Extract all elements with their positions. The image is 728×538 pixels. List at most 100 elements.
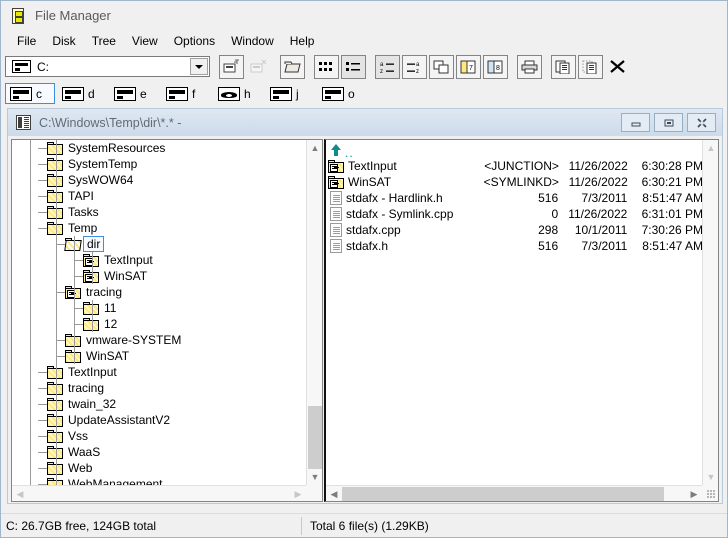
document-icon (330, 207, 342, 221)
directory-window-title-bar[interactable]: C:\Windows\Temp\dir\*.* - (8, 109, 722, 136)
tree-node-label: SystemResources (68, 141, 166, 155)
drive-button-e[interactable]: e (109, 83, 159, 104)
printer-icon[interactable] (517, 54, 542, 79)
connect-net-icon[interactable] (219, 54, 244, 79)
window-pair-1-icon[interactable]: 7 (456, 54, 481, 79)
folder-icon (47, 205, 63, 219)
file-list: .. TextInput <JUNCTION> 11/26/2022 6:30:28 P… (328, 142, 703, 254)
share-folder-icon[interactable] (280, 54, 305, 79)
file-list-row[interactable]: stdafx - Hardlink.h 516 7/3/2011 8:51:47 AM (328, 190, 703, 206)
file-list-row[interactable]: WinSAT <SYMLINKD> 11/26/2022 6:30:21 PM (328, 174, 703, 190)
menu-item-help[interactable]: Help (282, 32, 323, 50)
tree-node-label: tracing (86, 285, 123, 299)
chevron-down-icon[interactable] (190, 58, 208, 75)
file-horizontal-scrollbar[interactable]: ◀ ▶ (326, 485, 702, 501)
tree-connector (74, 323, 83, 325)
name-only-icon[interactable] (341, 54, 366, 79)
tree-connector (74, 275, 83, 277)
file-list-row[interactable]: TextInput <JUNCTION> 11/26/2022 6:30:28 PM (328, 158, 703, 174)
file-list-row[interactable]: stdafx - Symlink.cpp 0 11/26/2022 6:31:01 P… (328, 206, 703, 222)
tree-connector (38, 227, 47, 229)
scroll-left-icon[interactable]: ◀ (326, 486, 342, 501)
file-time: 7:30:26 PM (641, 223, 703, 237)
paste-icon[interactable] (578, 54, 603, 79)
scroll-up-icon[interactable]: ▲ (703, 140, 718, 156)
delete-x-icon[interactable] (605, 54, 630, 79)
drive-button-h[interactable]: h (213, 83, 263, 104)
svg-text:a: a (416, 62, 420, 68)
svg-text:z: z (380, 69, 383, 74)
tree-node-label: dir (83, 236, 105, 252)
sort-az-icon[interactable]: a z (375, 54, 400, 79)
resize-grip-icon[interactable] (707, 490, 715, 498)
tree-connector (38, 195, 47, 197)
tree-connector (56, 243, 65, 245)
menu-item-view[interactable]: View (124, 32, 166, 50)
details-icon[interactable] (314, 54, 339, 79)
app-title-bar: File Manager (1, 1, 727, 30)
tree-vertical-scrollbar[interactable]: ▲ ▼ (306, 140, 322, 485)
file-size: <SYMLINKD> (483, 175, 559, 189)
sort-size-icon[interactable] (429, 54, 454, 79)
menu-item-options[interactable]: Options (166, 32, 223, 50)
restore-button[interactable] (654, 113, 683, 132)
folder-icon (83, 301, 99, 315)
folder-link-icon (83, 269, 99, 283)
scroll-right-icon[interactable]: ▶ (290, 486, 306, 501)
tree-node-label: 11 (104, 301, 117, 315)
file-time: 8:51:47 AM (642, 191, 703, 205)
drive-button-j[interactable]: j (265, 83, 315, 104)
file-vertical-scrollbar[interactable]: ▲ ▼ (702, 140, 718, 485)
file-list-row[interactable]: stdafx.cpp 298 10/1/2011 7:30:26 PM (328, 222, 703, 238)
minimize-button[interactable] (621, 113, 650, 132)
file-name: TextInput (348, 159, 397, 173)
scroll-down-icon[interactable]: ▼ (703, 469, 718, 485)
toolbar: C: a z a z 7 8 (1, 52, 727, 81)
file-scroll-corner (702, 485, 718, 501)
sort-za-icon[interactable]: a z (402, 54, 427, 79)
window-controls (617, 113, 716, 132)
menu-bar: File Disk Tree View Options Window Help (1, 30, 727, 52)
tree-node-label: vmware-SYSTEM (86, 333, 182, 347)
folder-icon (47, 397, 63, 411)
menu-item-tree[interactable]: Tree (84, 32, 124, 50)
drive-label: e (140, 86, 147, 101)
drive-button-d[interactable]: d (57, 83, 107, 104)
file-size: 298 (538, 223, 559, 237)
menu-item-file[interactable]: File (9, 32, 44, 50)
folder-icon (47, 221, 63, 235)
file-scroll-thumb[interactable] (342, 487, 664, 501)
tree-scroll-thumb[interactable] (308, 406, 322, 469)
menu-item-window[interactable]: Window (223, 32, 282, 50)
drive-select[interactable]: C: (5, 56, 210, 77)
tree-node-label: 12 (104, 317, 118, 331)
drive-label: d (88, 86, 95, 101)
drive-select-value: C: (37, 59, 49, 74)
app-title: File Manager (35, 8, 111, 23)
tree-node-label: twain_32 (68, 397, 117, 411)
close-button[interactable] (687, 113, 716, 132)
scroll-up-icon[interactable]: ▲ (307, 140, 322, 156)
drive-label: c (36, 86, 42, 101)
copy-icon[interactable] (551, 54, 576, 79)
scroll-right-icon[interactable]: ▶ (686, 486, 702, 501)
file-name: stdafx - Symlink.cpp (346, 207, 454, 221)
scroll-down-icon[interactable]: ▼ (307, 469, 322, 485)
tree-connector (38, 163, 47, 165)
drive-button-c[interactable]: c (5, 83, 55, 104)
tree-horizontal-scrollbar[interactable]: ◀ ▶ (12, 485, 306, 501)
scroll-left-icon[interactable]: ◀ (12, 486, 28, 501)
parent-directory-row[interactable]: .. (328, 142, 703, 159)
menu-item-disk[interactable]: Disk (44, 32, 83, 50)
drive-button-f[interactable]: f (161, 83, 211, 104)
file-date: 7/3/2011 (581, 191, 628, 205)
file-list-row[interactable]: stdafx.h 516 7/3/2011 8:51:47 AM (328, 238, 703, 254)
window-pair-2-icon[interactable]: 8 (483, 54, 508, 79)
drive-button-o[interactable]: o (317, 83, 367, 104)
file-date: 11/26/2022 (568, 175, 628, 189)
directory-window: C:\Windows\Temp\dir\*.* - SystemResource… (7, 108, 723, 504)
window-body: SystemResources SystemTemp SysWOW64 TAPI Tas… (11, 139, 721, 502)
svg-text:8: 8 (496, 65, 500, 72)
tree-connector (38, 147, 47, 149)
tree-connector (38, 451, 47, 453)
